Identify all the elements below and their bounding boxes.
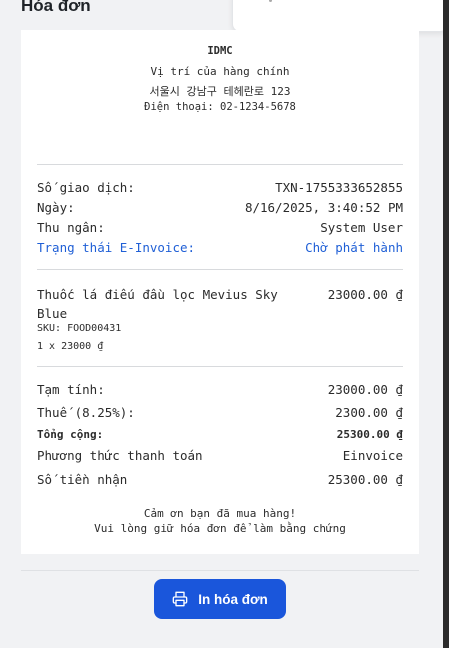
einvoice-row: Trạng thái E-Invoice: Chờ phát hành [37, 240, 403, 256]
divider [37, 164, 403, 165]
total-row: Tổng cộng: 25300.00 ₫ [37, 427, 403, 443]
store-phone: Điện thoại: 02-1234-5678 [144, 101, 296, 113]
payment-method-value: Einvoice [342, 448, 403, 463]
payment-method-row: Phương thức thanh toán Einvoice [37, 448, 403, 464]
divider [37, 366, 403, 367]
subtotal-value: 23000.00 ₫ [327, 382, 403, 397]
store-address-line1: Vị trí của hàng chính [150, 65, 290, 78]
dialog-title: Hóa đơn [21, 0, 91, 15]
transaction-value: TXN-1755333652855 [275, 180, 403, 195]
cashier-row: Thu ngân: System User [37, 220, 403, 236]
tax-value: 2300.00 ₫ [335, 405, 403, 420]
subtotal-row: Tạm tính: 23000.00 ₫ [37, 382, 403, 398]
date-value: 8/16/2025, 3:40:52 PM [244, 200, 403, 215]
thank-you-message: Cảm ơn bạn đã mua hàng! [143, 507, 297, 520]
einvoice-label: Trạng thái E-Invoice: [37, 240, 196, 255]
footer-divider [21, 570, 419, 571]
total-label: Tổng cộng: [37, 428, 104, 441]
subtotal-label: Tạm tính: [37, 382, 105, 397]
cashier-value: System User [320, 220, 403, 235]
date-label: Ngày: [37, 200, 75, 215]
item-sku: SKU: FOOD00431 [37, 323, 122, 334]
print-button-label: In hóa đơn [198, 591, 268, 607]
printer-icon [172, 591, 188, 607]
item-price: 23000.00 ₫ [327, 287, 403, 302]
tax-row: Thuế (8.25%): 2300.00 ₫ [37, 405, 403, 421]
print-receipt-button[interactable]: In hóa đơn [154, 579, 286, 619]
transaction-row: Số giao dịch: TXN-1755333652855 [37, 180, 403, 196]
total-value: 25300.00 ₫ [336, 428, 403, 441]
divider [37, 269, 403, 270]
keep-receipt-note: Vui lòng giữ hóa đơn để làm bằng chứng [94, 522, 346, 535]
background-popup [232, 0, 448, 32]
tax-label: Thuế (8.25%): [37, 405, 135, 420]
item-quantity: 1 x 23000 ₫ [37, 341, 104, 352]
window-edge [443, 0, 449, 648]
payment-method-label: Phương thức thanh toán [37, 448, 203, 463]
amount-received-row: Số tiền nhận 25300.00 ₫ [37, 472, 403, 488]
einvoice-status: Chờ phát hành [305, 240, 403, 255]
store-name: IDMC [207, 45, 233, 57]
amount-received-value: 25300.00 ₫ [327, 472, 403, 487]
amount-received-label: Số tiền nhận [37, 472, 128, 487]
transaction-label: Số giao dịch: [37, 180, 135, 195]
receipt-paper: IDMC Vị trí của hàng chính 서울시 강남구 테헤란로 … [21, 30, 419, 554]
popup-dot [269, 0, 272, 2]
cashier-label: Thu ngân: [37, 220, 105, 235]
item-name: Thuốc lá điếu đầu lọc Mevius Sky Blue [37, 287, 278, 321]
store-address-line2: 서울시 강남구 테헤란로 123 [149, 85, 291, 98]
date-row: Ngày: 8/16/2025, 3:40:52 PM [37, 200, 403, 216]
